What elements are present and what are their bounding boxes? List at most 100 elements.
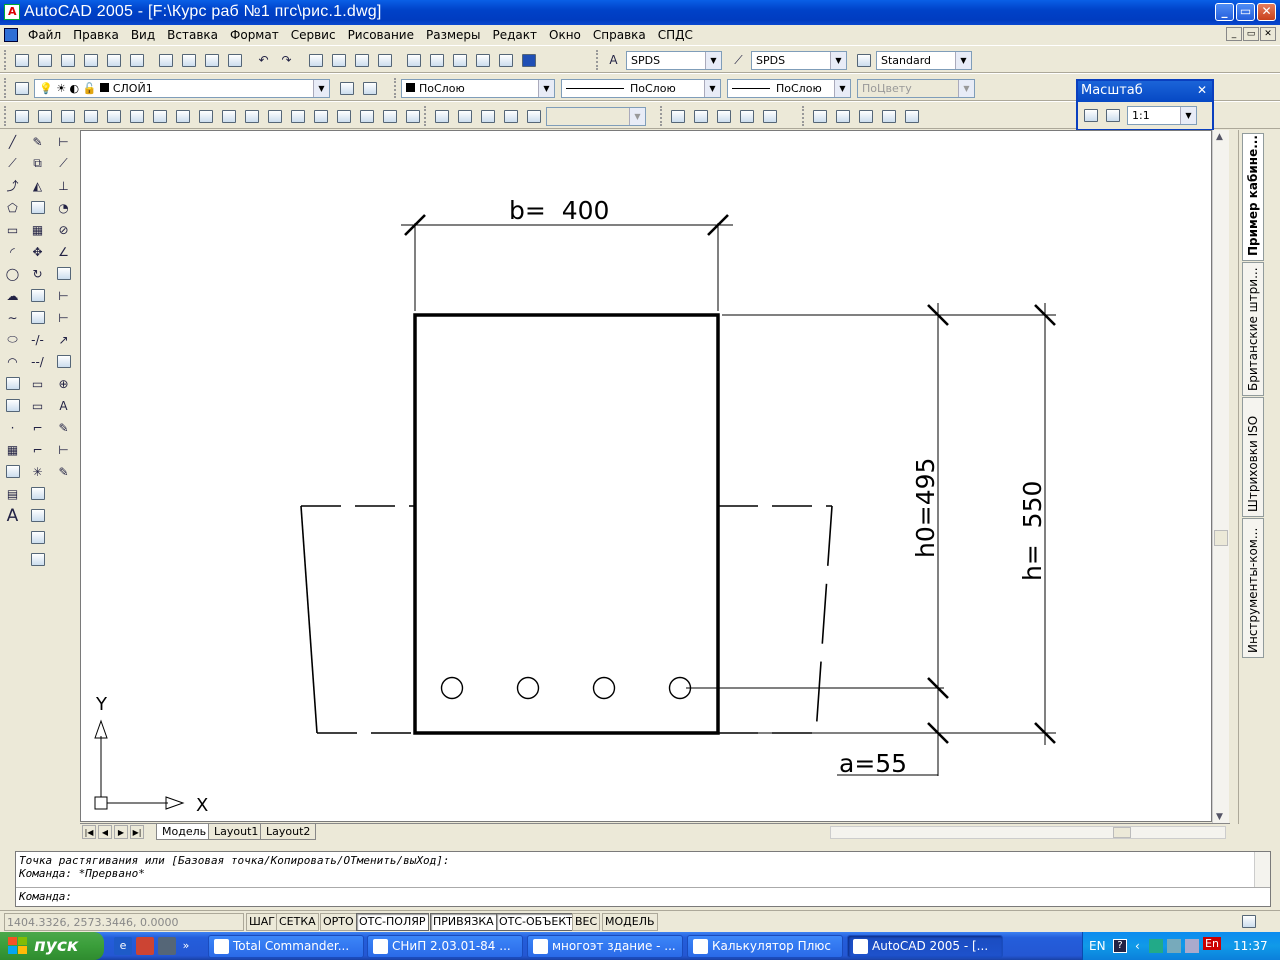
tray-arrow-icon[interactable]: ‹: [1135, 939, 1140, 953]
osnap-toggle[interactable]: ПРИВЯЗКА: [430, 913, 497, 931]
erase-icon[interactable]: ✎: [27, 131, 48, 152]
horizontal-scrollbar[interactable]: [830, 826, 1226, 839]
tab-british-hatch[interactable]: Британские штри...: [1242, 262, 1264, 396]
dim-edit-icon[interactable]: [287, 106, 308, 127]
vdim-diameter-icon[interactable]: ⊘: [53, 219, 74, 240]
drawing-canvas[interactable]: b= 400 h0=495 h= 550 a=55 Y X: [80, 130, 1212, 822]
layer-manager-icon[interactable]: [11, 78, 32, 99]
spds-tool-4-icon[interactable]: [736, 106, 757, 127]
menu-file[interactable]: Файл: [22, 25, 67, 45]
region-icon[interactable]: [2, 461, 23, 482]
zoom-window-icon[interactable]: [351, 50, 372, 71]
vdim-baseline-icon[interactable]: ⊢: [53, 285, 74, 306]
menu-draw[interactable]: Рисование: [342, 25, 420, 45]
color-select[interactable]: ПоСлою ▼: [401, 78, 555, 98]
ortho-toggle[interactable]: ОРТО: [320, 913, 357, 931]
help-tray-icon[interactable]: ?: [1113, 939, 1127, 953]
spds-tool-3-icon[interactable]: [713, 106, 734, 127]
keyboard-layout-indicator[interactable]: En: [1203, 937, 1221, 950]
line-icon[interactable]: ╱: [2, 131, 23, 152]
language-indicator[interactable]: EN: [1089, 939, 1106, 953]
print-preview-icon[interactable]: [103, 50, 124, 71]
task-autocad[interactable]: AutoCAD 2005 - [...: [847, 935, 1003, 958]
tray-app-2-icon[interactable]: [1167, 939, 1181, 953]
vdim-tolerance-icon[interactable]: [53, 351, 74, 372]
undo-icon[interactable]: ↶: [253, 50, 274, 71]
dim-ordinate-icon[interactable]: [57, 106, 78, 127]
command-window[interactable]: Точка растягивания или [Базовая точка/Ко…: [15, 851, 1271, 907]
dim-style-icon[interactable]: ⟋: [728, 50, 749, 71]
multiline-text-icon[interactable]: A: [2, 505, 23, 526]
properties-icon[interactable]: [403, 50, 424, 71]
title-bar[interactable]: AutoCAD 2005 - [F:\Курс раб №1 пгс\рис.1…: [0, 0, 1280, 25]
quicklaunch-more-icon[interactable]: »: [180, 937, 192, 955]
draworder-under-icon[interactable]: [27, 549, 48, 570]
chamfer-icon[interactable]: ⌐: [27, 417, 48, 438]
tool-palettes-icon[interactable]: [449, 50, 470, 71]
hatch-tool-3-icon[interactable]: [855, 106, 876, 127]
menu-format[interactable]: Формат: [224, 25, 285, 45]
center-mark-icon[interactable]: [264, 106, 285, 127]
draworder-front-icon[interactable]: [27, 483, 48, 504]
clip-viewport-icon[interactable]: [523, 106, 544, 127]
spline-icon[interactable]: ∼: [2, 307, 23, 328]
menu-tools[interactable]: Сервис: [285, 25, 342, 45]
vdim-text-edit-icon[interactable]: ✎: [53, 417, 74, 438]
prev-tab-button[interactable]: ◀: [98, 825, 112, 839]
menu-view[interactable]: Вид: [125, 25, 161, 45]
polyline-icon[interactable]: ⤴: [2, 175, 23, 196]
vertical-scrollbar[interactable]: ▲ ▼: [1212, 130, 1229, 824]
doc-restore-button[interactable]: ▭: [1243, 27, 1259, 41]
coordinates-readout[interactable]: 1404.3326, 2573.3446, 0.0000: [4, 913, 244, 931]
publish-icon[interactable]: [126, 50, 147, 71]
layer-select[interactable]: 💡 ☀ ◐ 🔓 СЛОЙ1 ▼: [34, 78, 330, 98]
arc-icon[interactable]: ◜: [2, 241, 23, 262]
grid-toggle[interactable]: СЕТКА: [276, 913, 319, 931]
vdim-radius-icon[interactable]: ◔: [53, 197, 74, 218]
hatch-tool-2-icon[interactable]: [832, 106, 853, 127]
break-icon[interactable]: ▭: [27, 395, 48, 416]
scale-tool-2-icon[interactable]: [1102, 105, 1123, 126]
ellipse-icon[interactable]: ⬭: [2, 329, 23, 350]
task-snip[interactable]: СНиП 2.03.01-84 ...: [367, 935, 523, 958]
menu-dimension[interactable]: Размеры: [420, 25, 487, 45]
communication-center-icon[interactable]: [1238, 911, 1259, 932]
horizontal-scroll-thumb[interactable]: [1113, 827, 1131, 838]
command-prompt[interactable]: Команда:: [19, 890, 72, 903]
doc-minimize-button[interactable]: _: [1226, 27, 1242, 41]
tray-app-3-icon[interactable]: [1185, 939, 1199, 953]
menu-help[interactable]: Справка: [587, 25, 652, 45]
minimize-button[interactable]: _: [1215, 3, 1234, 21]
otrack-toggle[interactable]: ОТС-ОБЪЕКТ: [496, 913, 576, 931]
tray-app-1-icon[interactable]: [1149, 939, 1163, 953]
scale-palette-close-icon[interactable]: ✕: [1195, 84, 1209, 98]
tab-model[interactable]: Модель: [156, 824, 213, 840]
match-properties-icon[interactable]: [224, 50, 245, 71]
tab-tools-commands[interactable]: Инструменты-ком...: [1242, 518, 1264, 658]
mirror-icon[interactable]: ◭: [27, 175, 48, 196]
text-style-select[interactable]: SPDS ▼: [626, 50, 722, 70]
print-icon[interactable]: [80, 50, 101, 71]
vdim-center-icon[interactable]: ⊕: [53, 373, 74, 394]
layer-previous-icon[interactable]: [359, 78, 380, 99]
move-icon[interactable]: ✥: [27, 241, 48, 262]
table-draw-icon[interactable]: ▤: [2, 483, 23, 504]
make-block-icon[interactable]: [2, 395, 23, 416]
zoom-realtime-icon[interactable]: [328, 50, 349, 71]
command-scrollbar[interactable]: [1254, 852, 1270, 887]
tab-layout2[interactable]: Layout2: [260, 824, 317, 840]
vdim-update-icon[interactable]: ⊢: [53, 439, 74, 460]
draworder-back-icon[interactable]: [27, 505, 48, 526]
first-tab-button[interactable]: |◀: [82, 825, 96, 839]
model-toggle[interactable]: МОДЕЛЬ: [602, 913, 658, 931]
scale-select[interactable]: 1:1 ▼: [1127, 106, 1197, 125]
dim-style-select[interactable]: SPDS ▼: [751, 50, 847, 70]
lineweight-toggle[interactable]: ВЕС: [572, 913, 601, 931]
offset-icon[interactable]: [27, 197, 48, 218]
draworder-above-icon[interactable]: [27, 527, 48, 548]
ie-quicklaunch-icon[interactable]: e: [114, 937, 132, 955]
trim-icon[interactable]: -/-: [27, 329, 48, 350]
dim-aligned-icon[interactable]: [34, 106, 55, 127]
polar-toggle[interactable]: ОТС-ПОЛЯР: [356, 913, 429, 931]
pan-icon[interactable]: [305, 50, 326, 71]
